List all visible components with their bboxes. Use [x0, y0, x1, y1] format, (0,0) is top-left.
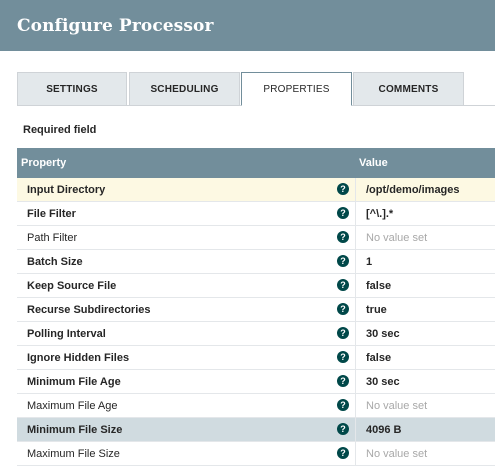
help-icon[interactable]: ?: [337, 303, 349, 315]
property-grid: Property Value Input Directory? /opt/demo…: [17, 148, 495, 466]
property-row[interactable]: Ignore Hidden Files? false: [17, 346, 495, 370]
property-name: Minimum File Size: [27, 424, 123, 436]
property-value[interactable]: [^\.].*: [366, 208, 393, 220]
property-name: Maximum File Size: [27, 448, 120, 460]
grid-rows: Input Directory? /opt/demo/images File Fil…: [17, 178, 495, 466]
property-row[interactable]: Polling Interval? 30 sec: [17, 322, 495, 346]
property-row[interactable]: Maximum File Age? No value set: [17, 394, 495, 418]
column-divider: [355, 274, 356, 297]
help-icon[interactable]: ?: [337, 231, 349, 243]
column-header-value[interactable]: Value: [359, 157, 388, 169]
column-divider: [355, 202, 356, 225]
property-name: Keep Source File: [27, 280, 117, 292]
property-value[interactable]: No value set: [366, 232, 427, 244]
column-divider: [355, 322, 356, 345]
column-divider: [355, 418, 356, 441]
column-header-property[interactable]: Property: [21, 157, 66, 169]
property-value[interactable]: true: [366, 304, 387, 316]
property-name: Maximum File Age: [27, 400, 118, 412]
help-icon[interactable]: ?: [337, 183, 349, 195]
column-divider: [355, 298, 356, 321]
column-divider: [355, 394, 356, 417]
tab-settings[interactable]: SETTINGS: [17, 72, 127, 106]
help-icon[interactable]: ?: [337, 207, 349, 219]
property-name: Polling Interval: [27, 328, 106, 340]
property-row[interactable]: Path Filter? No value set: [17, 226, 495, 250]
property-value[interactable]: 1: [366, 256, 372, 268]
property-name: Recurse Subdirectories: [27, 304, 151, 316]
property-name: File Filter: [27, 208, 76, 220]
property-value[interactable]: No value set: [366, 448, 427, 460]
dialog-title: Configure Processor: [0, 0, 495, 51]
tab-properties[interactable]: PROPERTIES: [241, 72, 352, 106]
required-field-label: Required field: [23, 124, 97, 136]
property-value[interactable]: 30 sec: [366, 376, 400, 388]
property-row[interactable]: Recurse Subdirectories? true: [17, 298, 495, 322]
property-value[interactable]: No value set: [366, 400, 427, 412]
property-row[interactable]: Batch Size? 1: [17, 250, 495, 274]
help-icon[interactable]: ?: [337, 255, 349, 267]
property-name: Path Filter: [27, 232, 78, 244]
property-value[interactable]: /opt/demo/images: [366, 184, 460, 196]
property-value[interactable]: false: [366, 352, 391, 364]
tab-bar: SETTINGS SCHEDULING PROPERTIES COMMENTS: [17, 72, 495, 106]
help-icon[interactable]: ?: [337, 375, 349, 387]
property-row[interactable]: Maximum File Size? No value set: [17, 442, 495, 466]
help-icon[interactable]: ?: [337, 399, 349, 411]
property-value[interactable]: 30 sec: [366, 328, 400, 340]
property-name: Minimum File Age: [27, 376, 121, 388]
tab-scheduling[interactable]: SCHEDULING: [129, 72, 240, 106]
help-icon[interactable]: ?: [337, 351, 349, 363]
tab-comments[interactable]: COMMENTS: [353, 72, 464, 106]
property-name: Ignore Hidden Files: [27, 352, 130, 364]
property-name: Input Directory: [27, 184, 106, 196]
grid-header: Property Value: [17, 148, 495, 178]
property-row[interactable]: Minimum File Size? 4096 B: [17, 418, 495, 442]
help-icon[interactable]: ?: [337, 327, 349, 339]
property-name: Batch Size: [27, 256, 83, 268]
column-divider: [355, 226, 356, 249]
column-divider: [355, 178, 356, 201]
help-icon[interactable]: ?: [337, 279, 349, 291]
column-divider: [355, 442, 356, 465]
help-icon[interactable]: ?: [337, 447, 349, 459]
property-row[interactable]: Minimum File Age? 30 sec: [17, 370, 495, 394]
property-row[interactable]: File Filter? [^\.].*: [17, 202, 495, 226]
help-icon[interactable]: ?: [337, 423, 349, 435]
property-row[interactable]: Keep Source File? false: [17, 274, 495, 298]
property-value[interactable]: false: [366, 280, 391, 292]
property-value[interactable]: 4096 B: [366, 424, 401, 436]
column-divider: [355, 370, 356, 393]
property-row[interactable]: Input Directory? /opt/demo/images: [17, 178, 495, 202]
column-divider: [355, 346, 356, 369]
column-divider: [355, 250, 356, 273]
